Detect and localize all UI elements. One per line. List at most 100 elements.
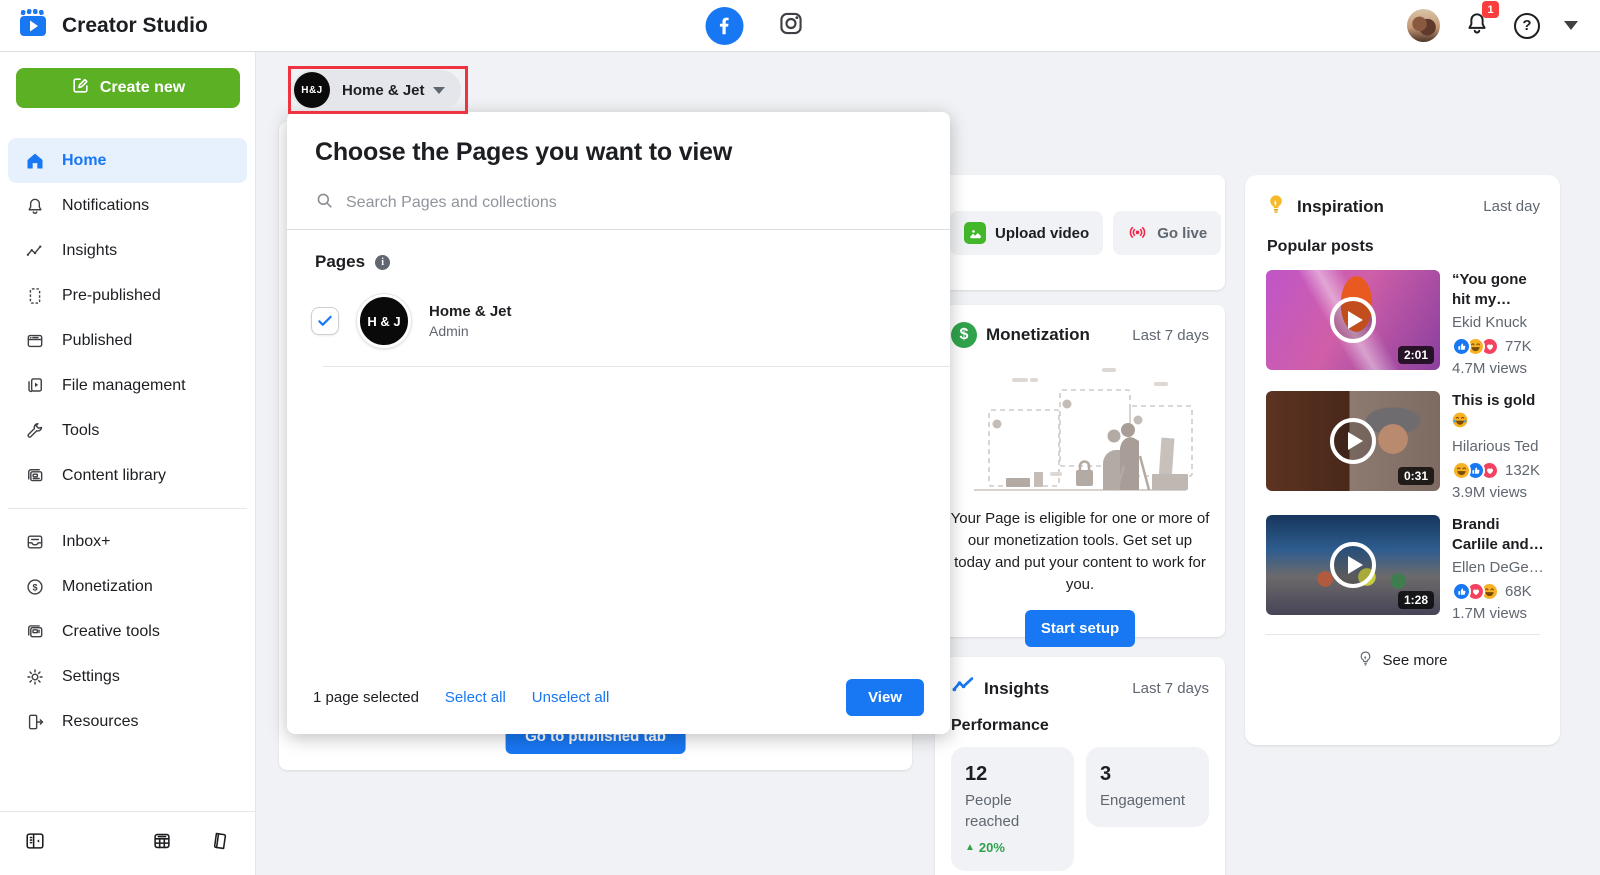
popular-posts-title: Popular posts [1267,238,1374,255]
view-button[interactable]: View [846,678,924,716]
stat-label: People reached [965,792,1020,830]
lightbulb-icon [1265,193,1287,220]
stat-value: 12 [965,763,988,785]
sidebar-item-settings[interactable]: Settings [8,654,247,699]
page-selector-label: Home & Jet [342,81,425,99]
upload-video-label: Upload video [995,224,1090,242]
post-title[interactable]: “You gone hit my… [1452,270,1546,310]
reaction-count: 77K [1505,338,1532,355]
wrench-icon [24,421,46,441]
post-title[interactable]: Brandi Carlile and… [1452,515,1546,555]
select-all-link[interactable]: Select all [445,689,506,706]
sidebar-footer [0,811,255,875]
post-author: Ekid Knuck [1452,314,1528,331]
help-icon[interactable]: ? [1514,12,1540,39]
video-duration: 0:31 [1397,467,1434,485]
instagram-tab-icon[interactable] [778,10,805,42]
sidebar-item-label: Resources [62,712,139,730]
people-reached-stat-tile[interactable]: 12 People reached ▲ 20% [951,747,1074,871]
video-thumbnail[interactable]: 2:01 [1266,270,1440,370]
post-views: 4.7M views [1452,360,1528,377]
user-avatar[interactable] [1407,9,1440,42]
video-thumbnail[interactable]: 0:31 [1266,391,1440,491]
insights-title: Insights [984,678,1050,698]
see-more-button[interactable]: See more [1245,635,1560,686]
engagement-stat-tile[interactable]: 3 Engagement [1086,747,1209,827]
play-icon [1330,418,1376,464]
page-checkbox[interactable] [311,307,339,335]
sidebar-item-label: Notifications [62,196,150,214]
published-card-icon [24,331,46,351]
sidebar-nav: Home Notifications Insights Pre-publishe… [0,124,255,744]
library-cards-icon [24,466,46,486]
notifications-bell-icon[interactable]: 1 [1464,1,1499,41]
sidebar-item-label: Settings [62,667,120,685]
sidebar-item-label: Content library [62,466,167,484]
go-live-button[interactable]: Go live [1113,211,1222,255]
like-reaction-icon [1452,337,1471,356]
haha-reaction-icon [1452,461,1471,480]
collapse-sidebar-icon[interactable] [24,830,46,857]
sidebar-divider [8,508,247,509]
sidebar-item-label: Pre-published [62,286,161,304]
account-menu-caret-icon[interactable] [1564,21,1578,30]
home-icon [24,151,46,171]
info-icon[interactable]: i [375,254,391,270]
monetization-card: $ Monetization Last 7 days Your Page is … [935,305,1225,647]
modal-footer: 1 page selected Select all Unselect all … [287,660,950,734]
monetization-period: Last 7 days [1132,326,1209,344]
play-icon [1330,542,1376,588]
like-reaction-icon [1452,582,1471,601]
post-views: 3.9M views [1452,484,1528,501]
top-bar-right: 1 ? [1407,1,1578,42]
sidebar-item-tools[interactable]: Tools [8,408,247,453]
sidebar-item-pre-published[interactable]: Pre-published [8,273,247,318]
book-icon[interactable] [209,830,231,857]
monetization-body-text: Your Page is eligible for one or more of… [950,510,1210,593]
sidebar-item-label: Creative tools [62,622,160,640]
performance-section-title: Performance [951,717,1049,734]
calendar-grid-icon[interactable] [151,830,173,857]
insights-icon [24,241,46,261]
sidebar-item-creative-tools[interactable]: Creative tools [8,609,247,654]
facebook-tab-icon[interactable] [705,6,744,45]
search-pages-input[interactable] [346,194,922,212]
creator-studio-logo-icon [16,6,50,45]
post-views: 1.7M views [1452,605,1528,622]
quick-actions-card: Upload video Go live [935,175,1225,290]
sidebar-item-inbox[interactable]: Inbox+ [8,519,247,564]
sidebar-item-insights[interactable]: Insights [8,228,247,273]
dollar-circle-icon: $ [24,577,46,597]
sidebar-item-label: Insights [62,241,118,259]
page-list-item[interactable]: H & J Home & Jet Admin [287,278,950,366]
sidebar-item-label: Tools [62,421,100,439]
inbox-tray-icon [24,532,46,552]
sidebar-item-home[interactable]: Home [8,138,247,183]
sidebar-item-file-management[interactable]: File management [8,363,247,408]
stat-label: Engagement [1100,792,1186,809]
post-author: Hilarious Ted [1452,438,1539,455]
sidebar-item-notifications[interactable]: Notifications [8,183,247,228]
create-new-button[interactable]: Create new [16,68,240,108]
insights-card: Insights Last 7 days Performance 12 Peop… [935,657,1225,875]
page-selector-dropdown[interactable]: H&J Home & Jet [292,70,461,110]
modal-title: Choose the Pages you want to view [315,138,733,166]
video-upload-icon [964,222,986,244]
chevron-down-icon [432,86,445,94]
reaction-count: 68K [1505,583,1532,600]
post-title[interactable]: This is gold [1452,391,1546,434]
sidebar-item-content-library[interactable]: Content library [8,453,247,498]
app-title: Creator Studio [62,13,208,37]
video-thumbnail[interactable]: 1:28 [1266,515,1440,615]
sidebar-item-monetization[interactable]: $ Monetization [8,564,247,609]
unselect-all-link[interactable]: Unselect all [532,689,610,706]
platform-switcher [705,6,805,45]
popular-post-item: 1:28 Brandi Carlile and… Ellen DeGe… 68K… [1245,503,1560,624]
upload-video-button[interactable]: Upload video [950,211,1104,255]
sidebar-item-published[interactable]: Published [8,318,247,363]
insights-chart-icon [951,674,975,703]
sidebar-item-label: Monetization [62,577,153,595]
start-setup-button[interactable]: Start setup [1024,610,1136,647]
pages-section-title: Pages [315,252,366,271]
sidebar-item-resources[interactable]: Resources [8,699,247,744]
